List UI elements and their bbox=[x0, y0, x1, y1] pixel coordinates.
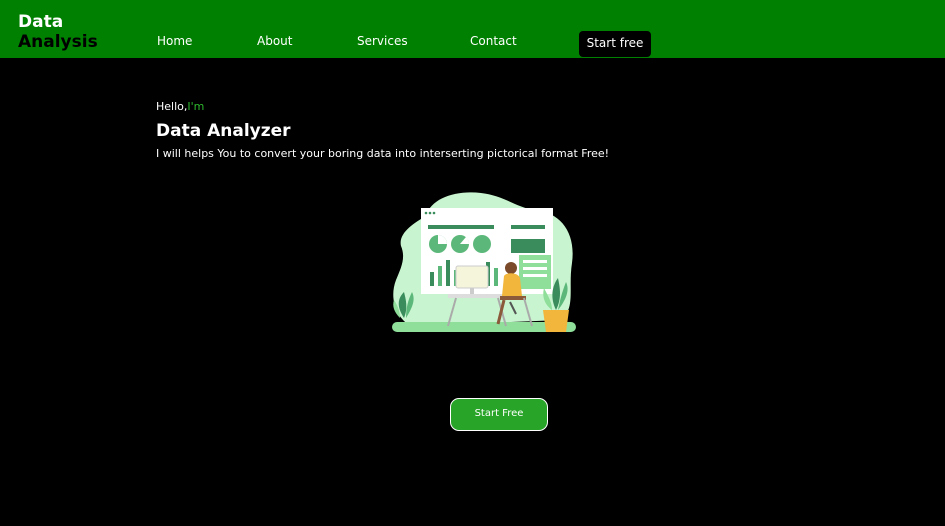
logo-line-2: Analysis bbox=[18, 32, 98, 52]
page: Data Analysis Home About Services Contac… bbox=[0, 0, 945, 526]
nav-start-free-button[interactable]: Start free bbox=[579, 31, 651, 57]
data-analyst-illustration bbox=[392, 192, 576, 332]
hero-title: Data Analyzer bbox=[156, 121, 291, 141]
nav-link-about[interactable]: About bbox=[257, 33, 292, 49]
nav-link-home[interactable]: Home bbox=[157, 33, 192, 49]
hero-greeting: Hello,I'm bbox=[156, 100, 204, 114]
logo[interactable]: Data Analysis bbox=[18, 12, 128, 52]
nav-link-contact[interactable]: Contact bbox=[470, 33, 517, 49]
hero-greeting-text: Hello, bbox=[156, 100, 188, 113]
nav-link-services[interactable]: Services bbox=[357, 33, 408, 49]
hero-greeting-accent: I'm bbox=[187, 100, 205, 113]
start-free-button[interactable]: Start Free bbox=[450, 398, 548, 431]
hero-description: I will helps You to convert your boring … bbox=[156, 147, 610, 160]
navbar: Data Analysis Home About Services Contac… bbox=[0, 0, 945, 58]
logo-line-1: Data bbox=[18, 12, 64, 32]
